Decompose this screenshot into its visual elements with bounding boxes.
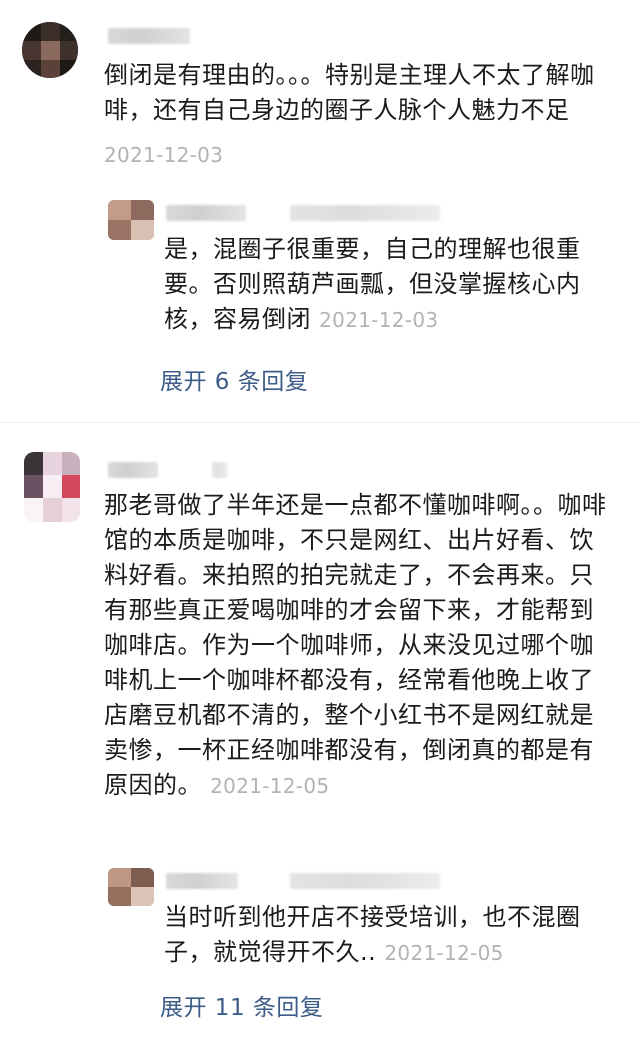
reply-username-blurred[interactable] xyxy=(166,205,246,221)
reply-date: 2021-12-05 xyxy=(384,941,504,965)
comment-date: 2021-12-03 xyxy=(104,143,224,167)
username-blurred[interactable] xyxy=(108,28,190,44)
divider xyxy=(0,422,640,423)
expand-replies-button[interactable]: 展开 6 条回复 xyxy=(160,362,308,396)
avatar[interactable] xyxy=(24,452,80,522)
comment-date: 2021-12-05 xyxy=(210,774,330,798)
reply-username-blurred[interactable] xyxy=(166,873,238,889)
comment-text: 那老哥做了半年还是一点都不懂咖啡啊。。咖啡馆的本质是咖啡，不只是网红、出片好看、… xyxy=(104,488,616,804)
reply-date: 2021-12-03 xyxy=(319,308,439,332)
reply-text: 当时听到他开店不接受培训，也不混圈子，就觉得开不久.. 2021-12-05 xyxy=(164,900,614,971)
username-badge-blurred xyxy=(212,462,228,478)
username-blurred[interactable] xyxy=(108,462,158,478)
comment-text-body: 那老哥做了半年还是一点都不懂咖啡啊。。咖啡馆的本质是咖啡，不只是网红、出片好看、… xyxy=(104,491,607,799)
reply-target-blurred[interactable] xyxy=(290,205,440,221)
comment-text: 倒闭是有理由的。。。特别是主理人不太了解咖啡，还有自己身边的圈子人脉个人魅力不足 xyxy=(104,61,595,124)
reply-avatar[interactable] xyxy=(108,868,154,906)
expand-replies-button[interactable]: 展开 11 条回复 xyxy=(160,988,323,1022)
reply-text-body: 当时听到他开店不接受培训，也不混圈子，就觉得开不久.. xyxy=(164,903,581,966)
reply-avatar[interactable] xyxy=(108,200,154,240)
reply-target-blurred[interactable] xyxy=(290,873,440,889)
reply-text: 是，混圈子很重要，自己的理解也很重要。否则照葫芦画瓢，但没掌握核心内核，容易倒闭… xyxy=(164,232,614,338)
avatar[interactable] xyxy=(22,22,78,78)
